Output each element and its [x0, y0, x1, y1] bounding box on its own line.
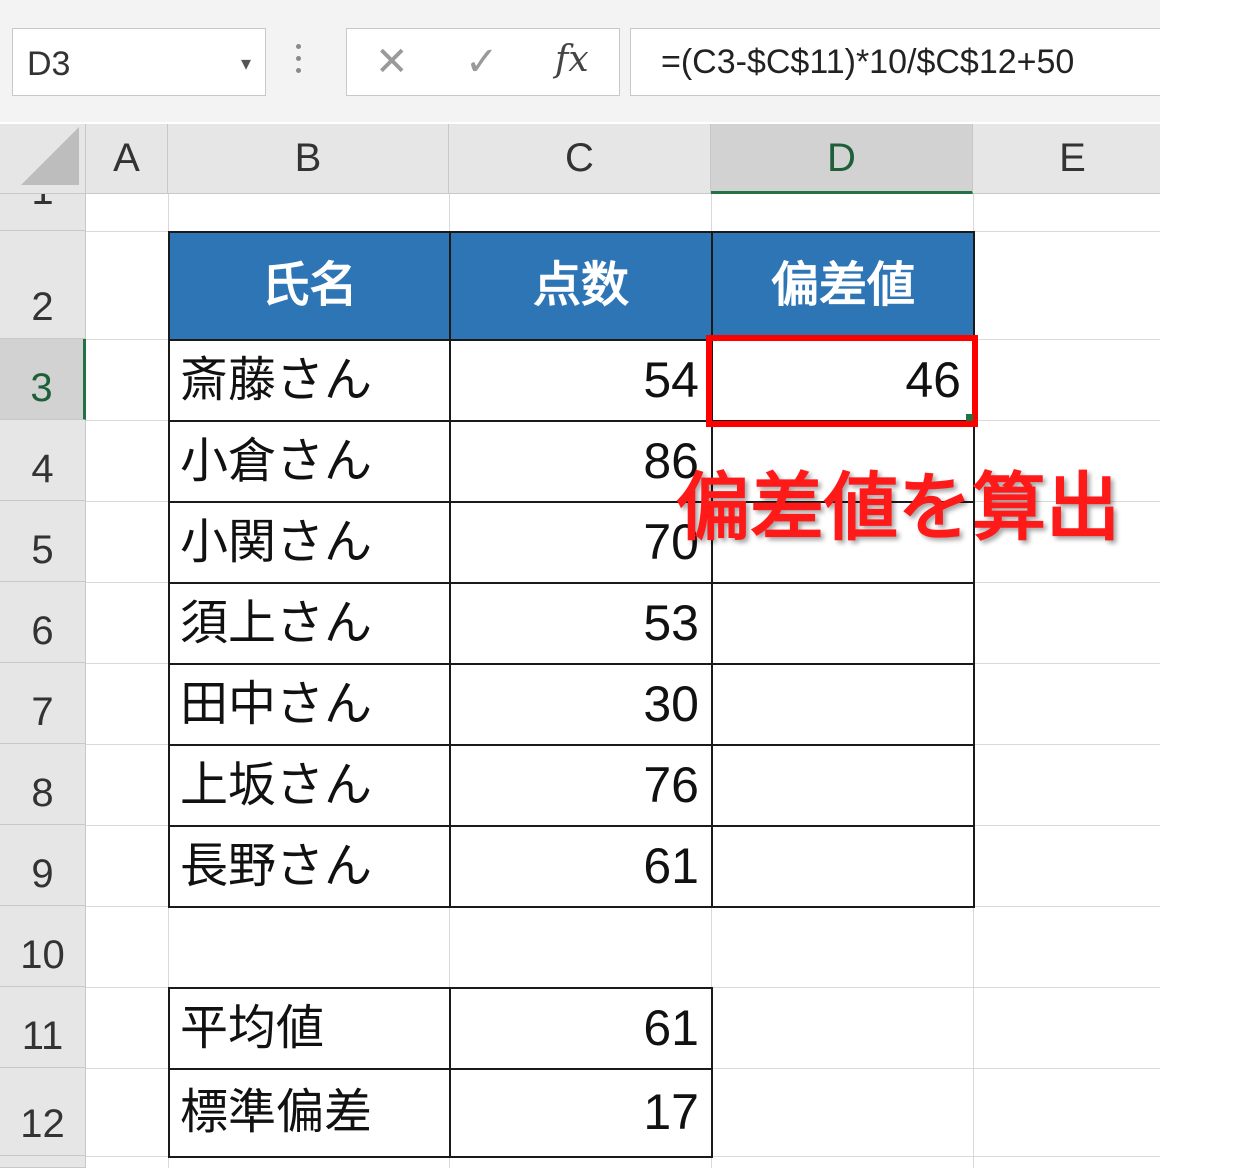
excel-window: D3 ▾ ✕ ✓ fx =(C3-$C$11)*10/$C$12+50 A B …	[0, 0, 1240, 1168]
row-number: 7	[31, 690, 54, 734]
row-header-13[interactable]	[0, 1156, 86, 1168]
score-cell[interactable]: 76	[449, 744, 713, 827]
row-number: 3	[30, 366, 53, 410]
highlight-box	[706, 335, 978, 427]
row-header-7[interactable]: 7	[0, 663, 86, 744]
name-cell[interactable]: 小関さん	[168, 501, 451, 584]
enter-check-icon[interactable]: ✓	[465, 39, 499, 85]
header-deviation-cell[interactable]: 偏差値	[711, 231, 975, 341]
name-cell[interactable]: 斎藤さん	[168, 339, 451, 422]
row-header-1[interactable]: 1	[0, 194, 86, 231]
select-all-button[interactable]	[0, 124, 86, 194]
column-header-e[interactable]: E	[973, 124, 1160, 194]
header-score-cell[interactable]: 点数	[449, 231, 713, 341]
header-name-cell[interactable]: 氏名	[168, 231, 451, 341]
row-number: 12	[20, 1102, 65, 1146]
stdev-label-cell[interactable]: 標準偏差	[168, 1068, 451, 1158]
select-all-triangle-icon	[21, 127, 79, 185]
formula-buttons: ✕ ✓ fx	[346, 28, 620, 96]
column-header-c[interactable]: C	[449, 124, 711, 194]
score-cell[interactable]: 70	[449, 501, 713, 584]
name-cell[interactable]: 上坂さん	[168, 744, 451, 827]
row-header-6[interactable]: 6	[0, 582, 86, 663]
column-header-a[interactable]: A	[86, 124, 168, 194]
formula-bar-grip-icon[interactable]	[296, 44, 302, 74]
row-header-9[interactable]: 9	[0, 825, 86, 906]
row-header-3[interactable]: 3	[0, 339, 86, 420]
name-box[interactable]: D3 ▾	[12, 28, 266, 96]
deviation-cell[interactable]	[711, 663, 975, 746]
score-cell[interactable]: 54	[449, 339, 713, 422]
name-cell[interactable]: 田中さん	[168, 663, 451, 746]
spreadsheet-area: D3 ▾ ✕ ✓ fx =(C3-$C$11)*10/$C$12+50 A B …	[0, 0, 1160, 1168]
stdev-value-cell[interactable]: 17	[449, 1068, 713, 1158]
column-header-d[interactable]: D	[711, 124, 973, 194]
row-header-8[interactable]: 8	[0, 744, 86, 825]
cell-reference: D3	[27, 45, 71, 83]
insert-function-icon[interactable]: fx	[555, 39, 589, 80]
row-header-5[interactable]: 5	[0, 501, 86, 582]
deviation-cell[interactable]	[711, 744, 975, 827]
row-header-4[interactable]: 4	[0, 420, 86, 501]
formula-text: =(C3-$C$11)*10/$C$12+50	[661, 43, 1075, 81]
row-number: 4	[31, 447, 54, 491]
row-header-11[interactable]: 11	[0, 987, 86, 1068]
row-header-2[interactable]: 2	[0, 231, 86, 339]
mean-label-cell[interactable]: 平均値	[168, 987, 451, 1070]
row-number: 8	[31, 771, 54, 815]
row-number: 6	[31, 609, 54, 653]
row-number: 11	[21, 1014, 64, 1058]
deviation-cell[interactable]	[711, 582, 975, 665]
score-cell[interactable]: 53	[449, 582, 713, 665]
deviation-cell[interactable]	[711, 825, 975, 908]
column-header-b[interactable]: B	[168, 124, 449, 194]
row-number: 1	[0, 194, 85, 214]
chevron-down-icon[interactable]: ▾	[241, 51, 251, 75]
row-header-10[interactable]: 10	[0, 906, 86, 987]
row-number: 10	[20, 933, 65, 977]
row-header-12[interactable]: 12	[0, 1068, 86, 1156]
formula-input[interactable]: =(C3-$C$11)*10/$C$12+50	[630, 28, 1160, 96]
score-cell[interactable]: 86	[449, 420, 713, 503]
name-cell[interactable]: 小倉さん	[168, 420, 451, 503]
name-cell[interactable]: 長野さん	[168, 825, 451, 908]
cancel-icon[interactable]: ✕	[375, 39, 409, 85]
score-cell[interactable]: 30	[449, 663, 713, 746]
score-cell[interactable]: 61	[449, 825, 713, 908]
annotation-text: 偏差値を算出	[676, 465, 1120, 551]
row-number: 9	[31, 852, 54, 896]
row-number: 2	[31, 285, 54, 329]
row-number: 5	[31, 528, 54, 572]
fill-handle[interactable]	[966, 414, 973, 421]
name-cell[interactable]: 須上さん	[168, 582, 451, 665]
mean-value-cell[interactable]: 61	[449, 987, 713, 1070]
